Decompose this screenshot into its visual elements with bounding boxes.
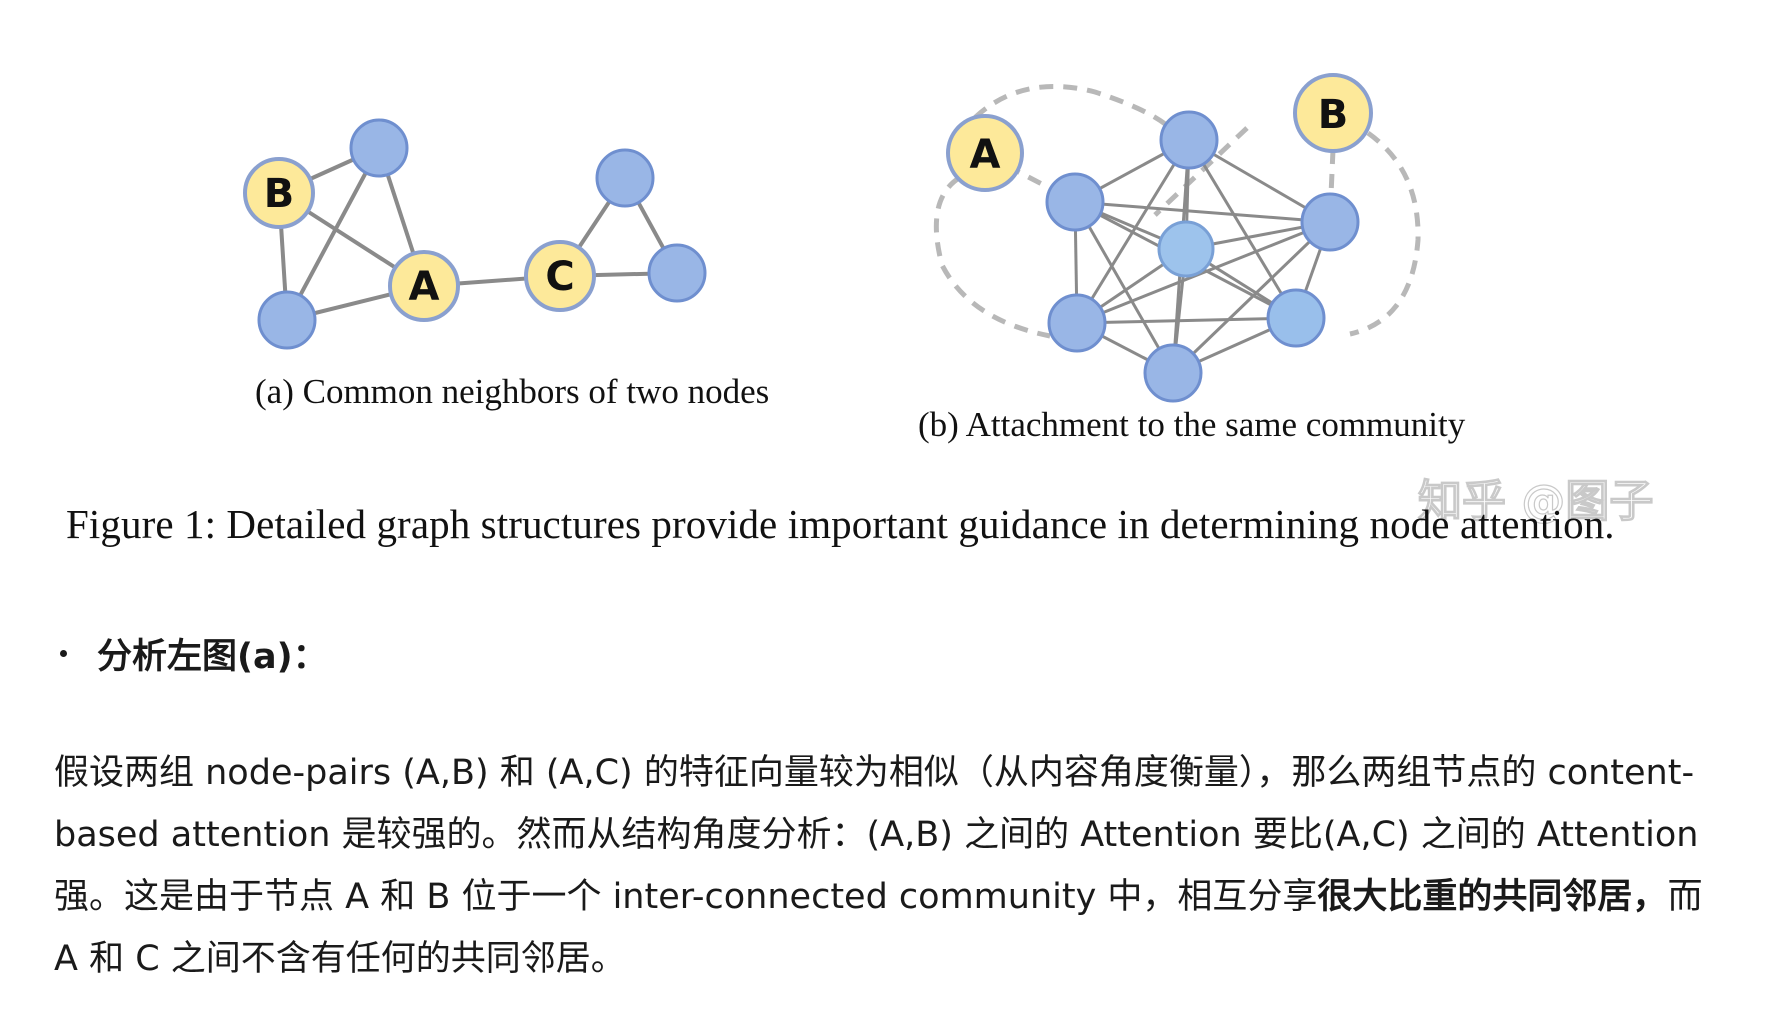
section-bullet: 分析左图(a)：: [54, 628, 328, 679]
bullet-heading: 分析左图(a)：: [97, 637, 328, 677]
panel-a-graph: B A C (a) Common neighbors of two nodes: [243, 118, 769, 411]
panel-b-graph: A B (b) Attachment to the same community: [918, 73, 1466, 444]
node-label-a: A: [970, 132, 1001, 178]
graph-node: [1157, 220, 1215, 278]
dashed-edge: [1328, 149, 1336, 196]
node-label-a: A: [409, 264, 440, 310]
graph-node: [1047, 293, 1107, 353]
node-label-c: C: [545, 254, 574, 300]
graph-node: [647, 243, 707, 303]
panel-a-caption: (a) Common neighbors of two nodes: [255, 372, 769, 411]
analysis-paragraph: 假设两组 node-pairs (A,B) 和 (A,C) 的特征向量较为相似（…: [54, 742, 1729, 990]
graph-node: [595, 148, 655, 208]
edge: [1076, 316, 1297, 325]
bullet-dot-icon: [60, 650, 67, 657]
panel-b-caption: (b) Attachment to the same community: [918, 405, 1466, 444]
panel-a-nodes: B A C: [243, 118, 707, 350]
graph-node: [1045, 172, 1105, 232]
figure-caption: Figure 1: Detailed graph structures prov…: [66, 501, 1615, 547]
graph-node: [257, 290, 317, 350]
node-label-b: B: [264, 171, 295, 217]
graph-node: [349, 118, 409, 178]
dashed-arc: [933, 175, 1051, 339]
graph-node: [1300, 192, 1360, 252]
node-label-b: B: [1318, 92, 1349, 138]
graph-node: [1159, 110, 1219, 170]
graph-node: [1266, 288, 1326, 348]
dashed-arc: [1349, 130, 1421, 337]
graph-node: [1143, 343, 1203, 403]
paragraph-bold-text: 很大比重的共同邻居，: [1317, 877, 1668, 917]
